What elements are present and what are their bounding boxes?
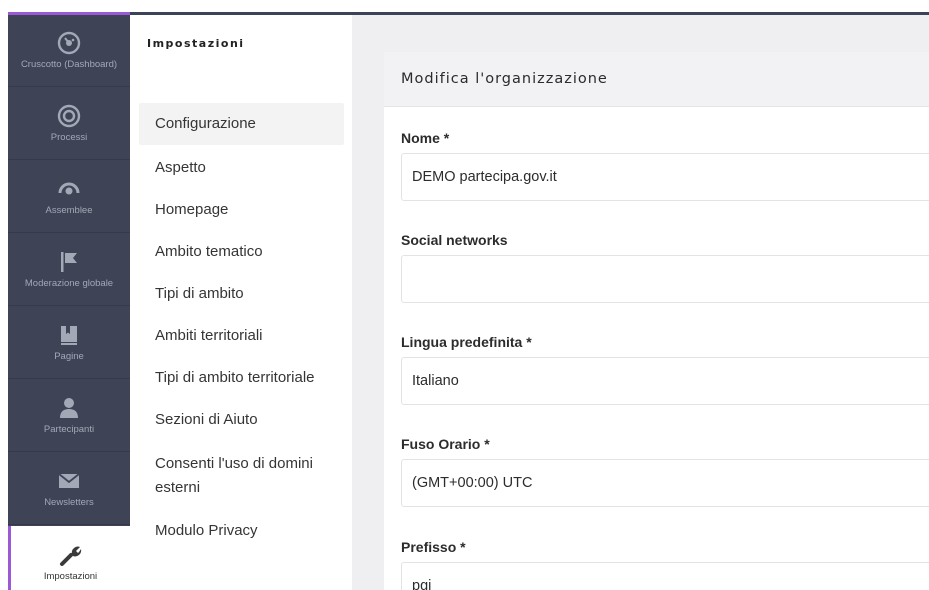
organization-form-card: Modifica l'organizzazione Nome * DEMO pa…	[384, 52, 929, 590]
sidebar-item-label: Pagine	[54, 351, 84, 362]
book-icon	[57, 323, 81, 347]
sidebar-item-moderazione[interactable]: Moderazione globale	[8, 234, 130, 306]
card-header: Modifica l'organizzazione	[384, 52, 929, 107]
subnav-item-aspetto[interactable]: Aspetto	[139, 157, 344, 179]
name-label: Nome *	[401, 130, 450, 146]
dashboard-icon	[57, 31, 81, 55]
subnav-item-ambiti-territoriali[interactable]: Ambiti territoriali	[139, 325, 344, 347]
main-content: Modifica l'organizzazione Nome * DEMO pa…	[352, 15, 929, 590]
default-language-select[interactable]: Italiano	[401, 357, 929, 405]
subnav-item-homepage[interactable]: Homepage	[139, 199, 344, 221]
prefix-input[interactable]: pgi	[401, 562, 929, 590]
sidebar-item-label: Newsletters	[44, 497, 94, 508]
flag-icon	[57, 250, 81, 274]
social-networks-label: Social networks	[401, 232, 508, 248]
assembly-icon	[57, 177, 81, 201]
sidebar-item-dashboard[interactable]: Cruscotto (Dashboard)	[8, 15, 130, 87]
sidebar-item-assemblee[interactable]: Assemblee	[8, 161, 130, 233]
default-language-label: Lingua predefinita *	[401, 334, 532, 350]
subnav-item-modulo-privacy[interactable]: Modulo Privacy	[139, 520, 344, 542]
subnav-item-ambito-tematico[interactable]: Ambito tematico	[139, 241, 344, 263]
social-networks-input[interactable]	[401, 255, 929, 303]
target-icon	[57, 104, 81, 128]
timezone-select[interactable]: (GMT+00:00) UTC	[401, 459, 929, 507]
sidebar-item-label: Moderazione globale	[24, 278, 114, 289]
name-input[interactable]: DEMO partecipa.gov.it	[401, 153, 929, 201]
form-title: Modifica l'organizzazione	[401, 71, 608, 87]
sidebar-item-newsletters[interactable]: Newsletters	[8, 453, 130, 525]
person-icon	[57, 396, 81, 420]
prefix-label: Prefisso *	[401, 539, 466, 555]
subnav-item-configurazione[interactable]: Configurazione	[139, 103, 344, 145]
main-sidebar: Cruscotto (Dashboard) Processi Assemblee…	[8, 15, 130, 590]
sidebar-item-label: Partecipanti	[43, 424, 95, 435]
sidebar-item-label: Assemblee	[45, 205, 93, 216]
subnav-title: Impostazioni	[147, 37, 245, 50]
sidebar-item-pagine[interactable]: Pagine	[8, 307, 130, 379]
sidebar-item-impostazioni[interactable]: Impostazioni	[8, 526, 130, 590]
subnav-item-tipi-di-ambito[interactable]: Tipi di ambito	[139, 283, 344, 305]
top-bar	[0, 0, 929, 15]
wrench-icon	[59, 543, 83, 567]
subnav-item-domini-esterni[interactable]: Consenti l'uso di domini esterni	[139, 452, 339, 500]
sidebar-item-processi[interactable]: Processi	[8, 88, 130, 160]
timezone-label: Fuso Orario *	[401, 436, 490, 452]
subnav-item-tipi-ambito-territoriale[interactable]: Tipi di ambito territoriale	[139, 367, 344, 389]
sidebar-item-label: Impostazioni	[43, 570, 98, 582]
sidebar-item-partecipanti[interactable]: Partecipanti	[8, 380, 130, 452]
sidebar-item-label: Cruscotto (Dashboard)	[20, 59, 118, 70]
settings-subnav: Impostazioni Configurazione Aspetto Home…	[130, 15, 352, 590]
sidebar-item-label: Processi	[50, 132, 88, 143]
envelope-icon	[57, 469, 81, 493]
subnav-item-sezioni-aiuto[interactable]: Sezioni di Aiuto	[139, 409, 344, 431]
